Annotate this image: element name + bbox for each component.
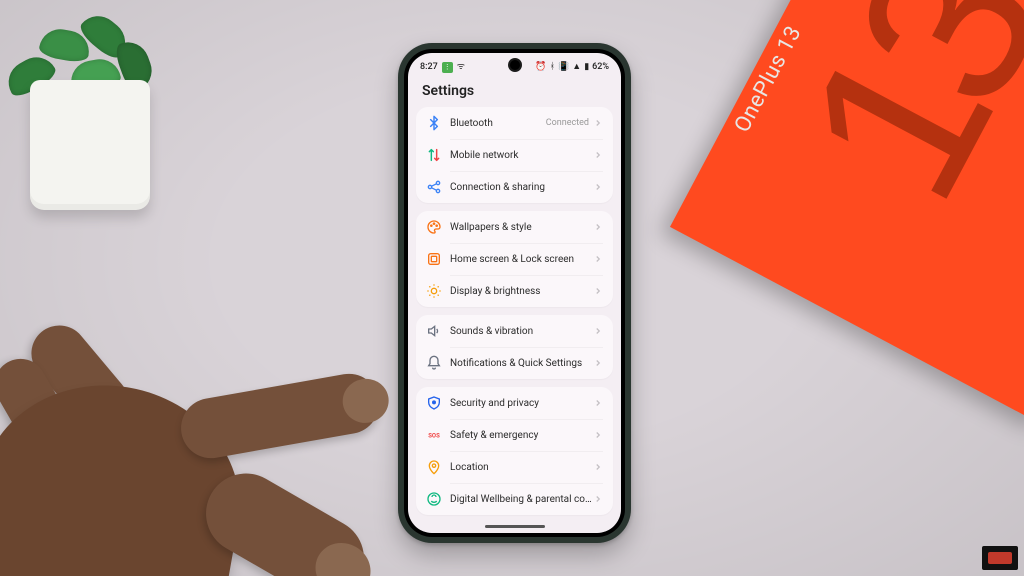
settings-row-wallpapers-style[interactable]: Wallpapers & style [416, 211, 613, 243]
settings-row-display-brightness[interactable]: Display & brightness [416, 275, 613, 307]
settings-group: Sounds & vibration Notifications & Quick … [416, 315, 613, 379]
settings-row-safety-emergency[interactable]: SOS Safety & emergency [416, 419, 613, 451]
punch-hole-camera [510, 60, 520, 70]
settings-row-mobile-network[interactable]: Mobile network [416, 139, 613, 171]
bt-icon: ᚼ [550, 63, 555, 72]
settings-row-digital-wellbeing-parental-controls[interactable]: Digital Wellbeing & parental controls [416, 483, 613, 515]
settings-row-bluetooth[interactable]: BluetoothConnected [416, 107, 613, 139]
settings-row-label: Digital Wellbeing & parental controls [450, 494, 593, 505]
settings-row-label: Safety & emergency [450, 430, 593, 441]
page-title: Settings [408, 77, 621, 107]
settings-row-label: Connection & sharing [450, 182, 593, 193]
settings-row-notifications-quick-settings[interactable]: Notifications & Quick Settings [416, 347, 613, 379]
chevron-right-icon [593, 358, 603, 368]
settings-group: Security and privacy SOS Safety & emergenc… [416, 387, 613, 515]
sos-icon: SOS [426, 427, 442, 443]
settings-list[interactable]: BluetoothConnected Mobile network Connecti… [408, 107, 621, 531]
settings-row-label: Location [450, 462, 593, 473]
settings-row-security-and-privacy[interactable]: Security and privacy [416, 387, 613, 419]
hand [0, 286, 400, 576]
chevron-right-icon [593, 286, 603, 296]
settings-row-label: Display & brightness [450, 286, 593, 297]
chevron-right-icon [593, 326, 603, 336]
bluetooth-icon [426, 115, 442, 131]
gesture-bar[interactable] [485, 525, 545, 528]
battery-icon: ▮ [584, 63, 589, 72]
alarm-icon: ⏰ [535, 63, 546, 72]
battery-text: 62% [592, 62, 609, 72]
settings-row-location[interactable]: Location [416, 451, 613, 483]
bell-icon [426, 355, 442, 371]
share-icon [426, 179, 442, 195]
settings-row-connection-sharing[interactable]: Connection & sharing [416, 171, 613, 203]
app-badge-icon: ⋮ [442, 62, 453, 73]
chevron-right-icon [593, 462, 603, 472]
vibrate-icon: 📳 [558, 63, 569, 72]
svg-text:SOS: SOS [428, 433, 440, 440]
settings-row-label: Wallpapers & style [450, 222, 593, 233]
settings-row-home-screen-lock-screen[interactable]: Home screen & Lock screen [416, 243, 613, 275]
plant [0, 20, 180, 210]
palette-icon [426, 219, 442, 235]
settings-row-label: Home screen & Lock screen [450, 254, 593, 265]
status-time: 8:27 [420, 62, 438, 72]
settings-row-label: Bluetooth [450, 118, 546, 129]
chevron-right-icon [593, 398, 603, 408]
chevron-right-icon [593, 150, 603, 160]
home-icon [426, 251, 442, 267]
settings-group: Wallpapers & style Home screen & Lock scr… [416, 211, 613, 307]
chevron-right-icon [593, 222, 603, 232]
settings-row-status: Connected [546, 118, 589, 128]
product-box: 13 OnePlus 13 [670, 0, 1024, 424]
mobiledata-icon [426, 147, 442, 163]
settings-row-label: Mobile network [450, 150, 593, 161]
nfc-icon: ᯤ [457, 63, 465, 72]
sun-icon [426, 283, 442, 299]
chevron-right-icon [593, 254, 603, 264]
phone-screen: 8:27 ⋮ ᯤ ⏰ ᚼ 📳 ▲ ▮ 62% Settings Bluetoot… [408, 53, 621, 533]
sound-icon [426, 323, 442, 339]
chevron-right-icon [593, 182, 603, 192]
settings-group: BluetoothConnected Mobile network Connecti… [416, 107, 613, 203]
shield-icon [426, 395, 442, 411]
phone: 8:27 ⋮ ᯤ ⏰ ᚼ 📳 ▲ ▮ 62% Settings Bluetoot… [398, 43, 631, 543]
settings-row-sounds-vibration[interactable]: Sounds & vibration [416, 315, 613, 347]
chevron-right-icon [593, 430, 603, 440]
wifi-icon: ▲ [572, 63, 581, 72]
chevron-right-icon [593, 118, 603, 128]
wellbeing-icon [426, 491, 442, 507]
settings-row-label: Notifications & Quick Settings [450, 358, 593, 369]
location-icon [426, 459, 442, 475]
settings-row-label: Sounds & vibration [450, 326, 593, 337]
watermark [982, 546, 1018, 570]
chevron-right-icon [593, 494, 603, 504]
desk-scene: 13 OnePlus 13 8:27 ⋮ ᯤ ⏰ ᚼ 📳 ▲ ▮ 62% [0, 0, 1024, 576]
settings-row-label: Security and privacy [450, 398, 593, 409]
